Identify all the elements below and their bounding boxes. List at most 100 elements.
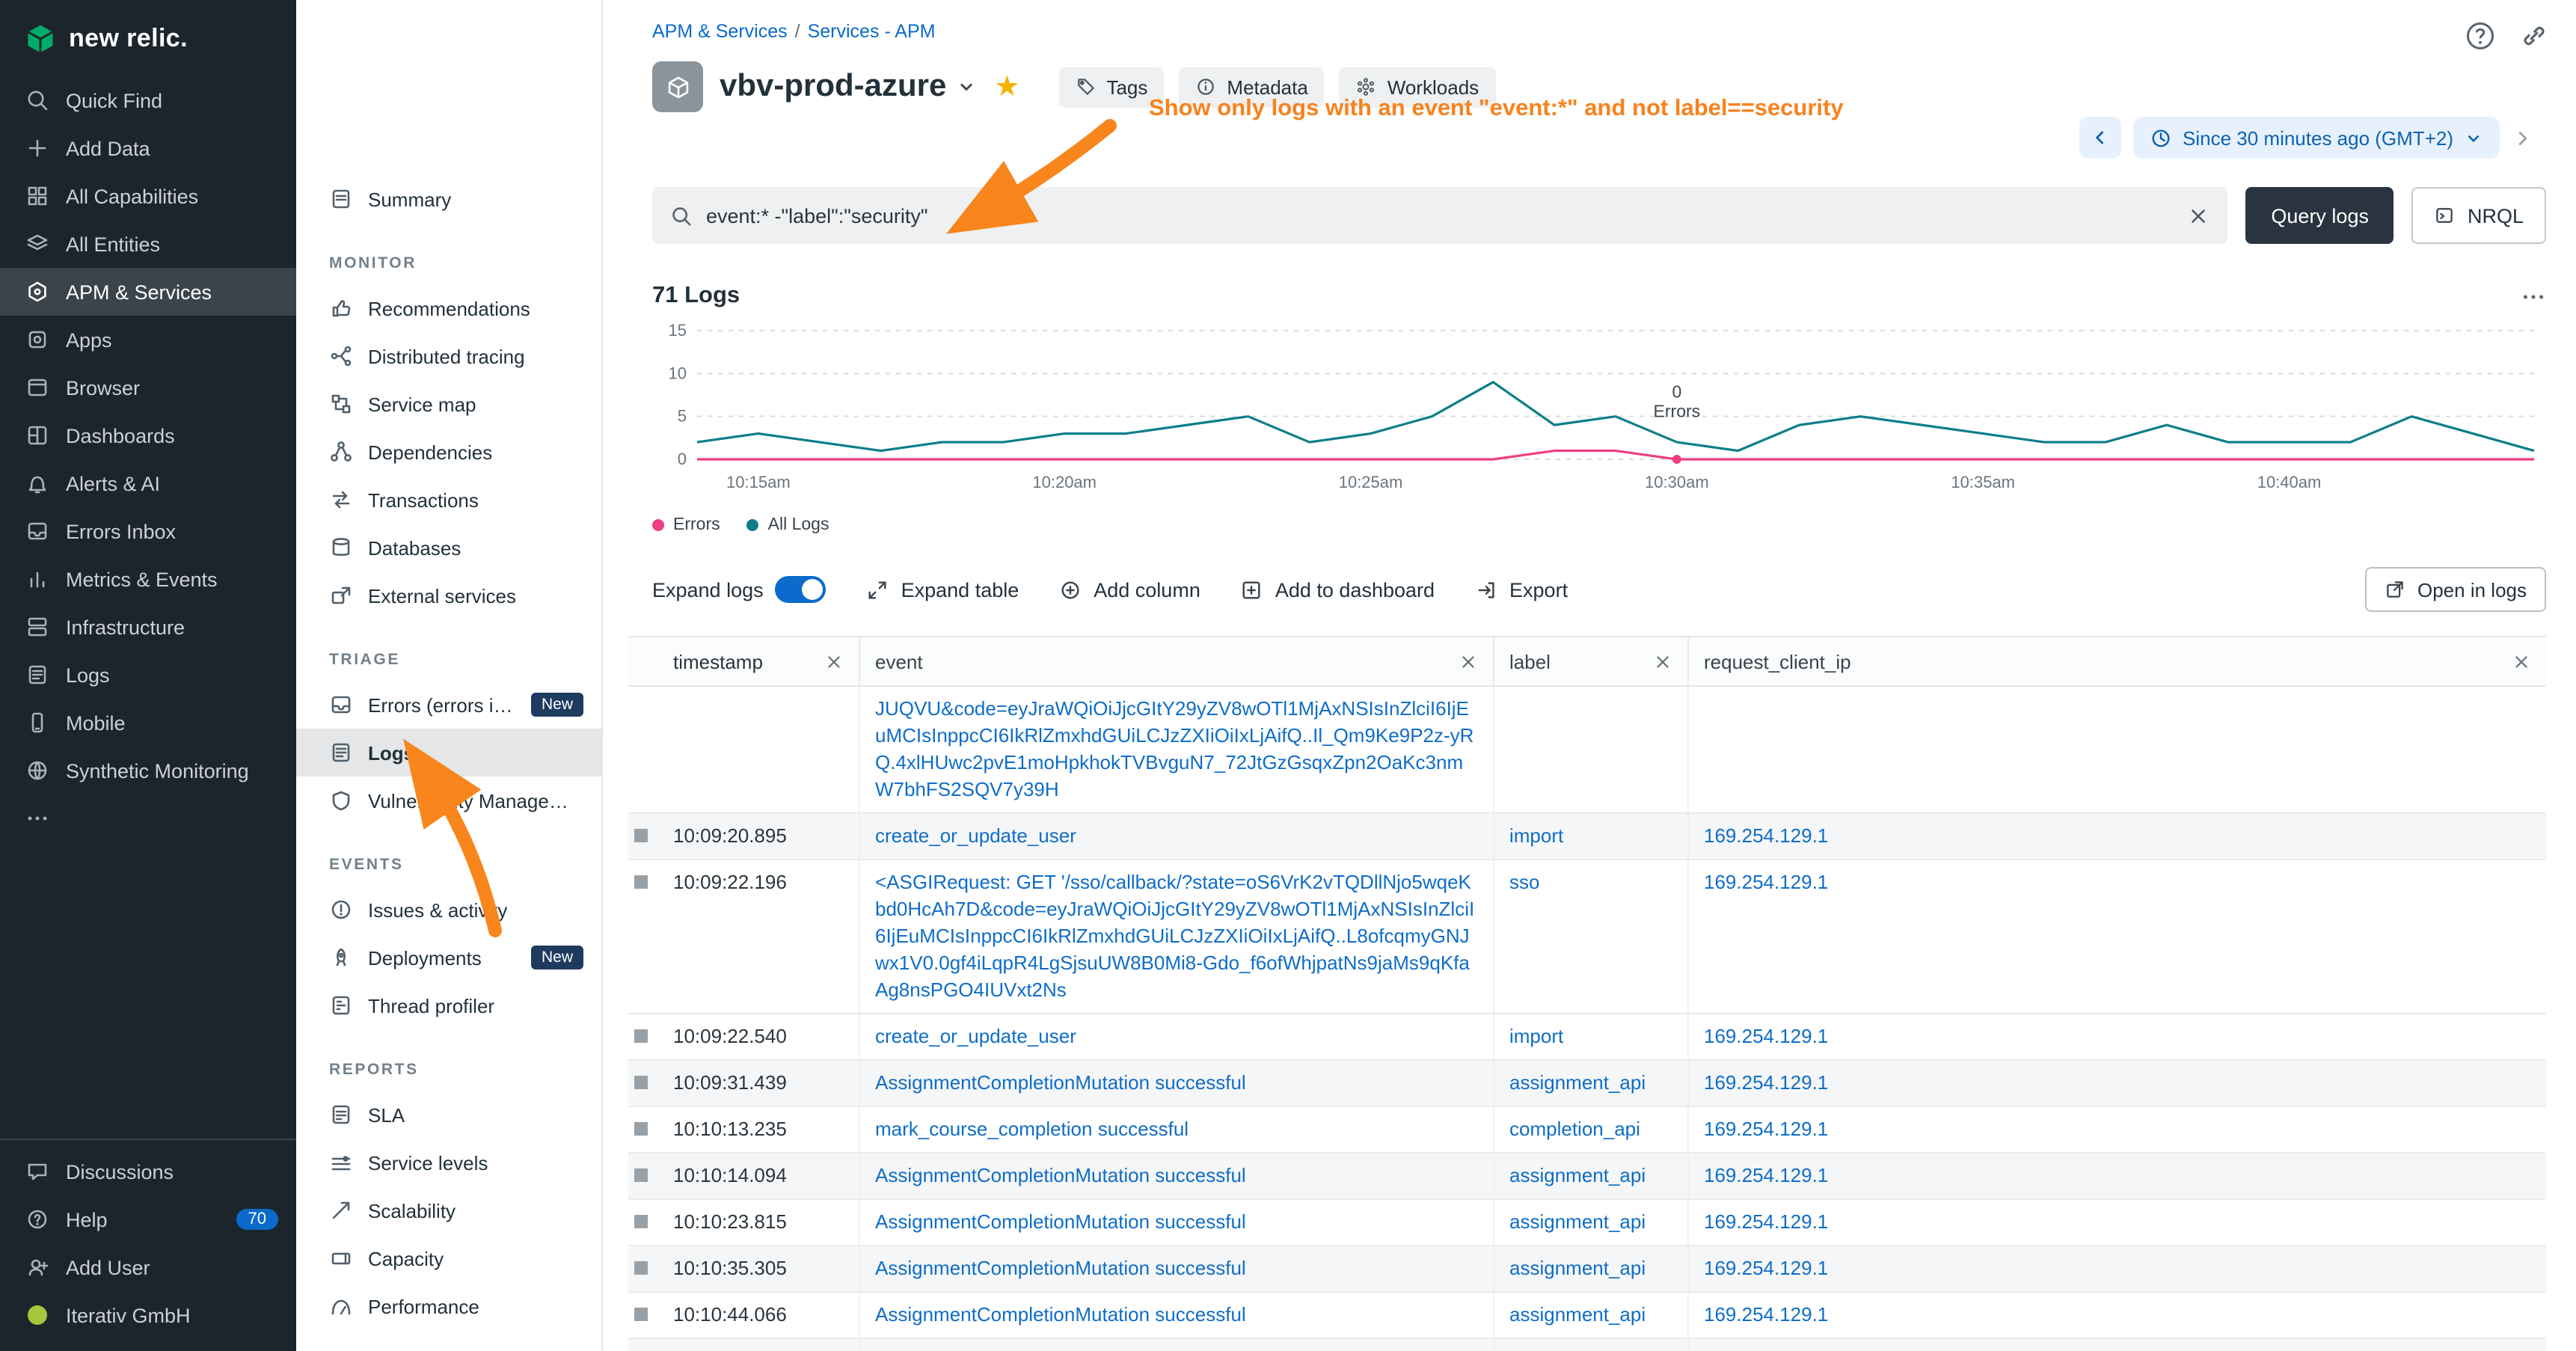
log-ip-link[interactable]: 169.254.129.1	[1704, 1210, 1828, 1233]
time-range-selector[interactable]: Since 30 minutes ago (GMT+2)	[2133, 117, 2500, 159]
entity-nav-item-service-levels[interactable]: Service levels	[296, 1139, 601, 1186]
log-table-row[interactable]: 10:10:14.094AssignmentCompletionMutation…	[628, 1154, 2546, 1200]
log-event-link[interactable]: <ASGIRequest: GET '/sso/callback/?state=…	[875, 871, 1474, 1001]
log-ip-link[interactable]: 169.254.129.1	[1704, 1118, 1828, 1140]
entity-nav-item-thread-profiler[interactable]: Thread profiler	[296, 981, 601, 1029]
global-nav-item-dots[interactable]	[0, 794, 296, 842]
log-table-row[interactable]: 10:09:22.540create_or_update_userimport1…	[628, 1014, 2546, 1061]
help-circle-icon[interactable]	[2462, 18, 2498, 54]
new-relic-logo[interactable]: new relic.	[0, 0, 296, 55]
logs-timeseries-chart[interactable]: 05101510:15am10:20am10:25am10:30am10:35a…	[652, 316, 2546, 498]
global-nav-footer-iterativ-gmbh[interactable]: Iterativ GmbH	[0, 1291, 296, 1339]
log-label-link[interactable]: assignment_api	[1509, 1164, 1646, 1186]
expand-logs-toggle[interactable]: Expand logs	[652, 576, 827, 603]
remove-event-column-icon[interactable]	[1459, 652, 1478, 671]
entity-nav-item-service-map[interactable]: Service map	[296, 380, 601, 428]
add-column-button[interactable]: Add column	[1059, 578, 1200, 601]
log-event-link[interactable]: AssignmentCompletionMutation successful	[875, 1303, 1246, 1326]
entity-nav-item-vulnerability-management[interactable]: Vulnerability Management	[296, 776, 601, 824]
time-forward-button[interactable]	[2512, 126, 2534, 149]
global-nav-item-synthetic-monitoring[interactable]: Synthetic Monitoring	[0, 747, 296, 794]
timestamp-column-header[interactable]: timestamp	[658, 637, 859, 685]
query-logs-button[interactable]: Query logs	[2245, 187, 2394, 244]
log-table-row[interactable]: 10:10:13.235mark_course_completion succe…	[628, 1107, 2546, 1154]
global-nav-footer-add-user[interactable]: Add User	[0, 1243, 296, 1291]
log-label-link[interactable]: assignment_api	[1509, 1257, 1646, 1279]
open-in-logs-button[interactable]: Open in logs	[2365, 567, 2546, 612]
clear-query-icon[interactable]	[2187, 204, 2209, 227]
entity-nav-item-performance[interactable]: Performance	[296, 1282, 601, 1330]
log-label-link[interactable]: assignment_api	[1509, 1303, 1646, 1326]
entity-nav-item-transactions[interactable]: Transactions	[296, 476, 601, 524]
remove-request-client-ip-column-icon[interactable]	[2512, 652, 2531, 671]
log-label-link[interactable]: completion_api	[1509, 1118, 1640, 1140]
global-nav-item-logs[interactable]: Logs	[0, 651, 296, 699]
entity-nav-item-summary[interactable]: Summary	[296, 175, 601, 223]
logs-search-input[interactable]: event:* -"label":"security"	[652, 187, 2227, 244]
log-label-link[interactable]: assignment_api	[1509, 1071, 1646, 1094]
entity-nav-item-errors-errors-inb[interactable]: Errors (errors inb...New	[296, 681, 601, 729]
export-button[interactable]: Export	[1475, 578, 1568, 601]
global-nav-item-apps[interactable]: Apps	[0, 316, 296, 364]
request-client-ip-column-header[interactable]: request_client_ip	[1687, 637, 2546, 685]
log-label-link[interactable]: import	[1509, 1025, 1563, 1047]
remove-label-column-icon[interactable]	[1653, 652, 1672, 671]
log-label-link[interactable]: import	[1509, 824, 1563, 847]
nrql-button[interactable]: NRQL	[2412, 187, 2546, 244]
log-label-link[interactable]: sso	[1509, 871, 1539, 893]
log-table-row[interactable]: 10:10:44.066AssignmentCompletionMutation…	[628, 1293, 2546, 1339]
remove-timestamp-column-icon[interactable]	[824, 652, 844, 671]
log-table-row[interactable]: JUQVU&code=eyJraWQiOiJjcGItY29yZV8wOTl1M…	[628, 687, 2546, 814]
entity-nav-item-databases[interactable]: Databases	[296, 524, 601, 572]
log-table-row[interactable]: 10:09:22.196<ASGIRequest: GET '/sso/call…	[628, 860, 2546, 1014]
log-event-link[interactable]: JUQVU&code=eyJraWQiOiJjcGItY29yZV8wOTl1M…	[875, 697, 1473, 800]
log-ip-link[interactable]: 169.254.129.1	[1704, 1164, 1828, 1186]
global-nav-footer-help[interactable]: Help70	[0, 1195, 296, 1243]
global-nav-item-mobile[interactable]: Mobile	[0, 699, 296, 747]
global-nav-item-add-data[interactable]: Add Data	[0, 124, 296, 172]
entity-nav-item-capacity[interactable]: Capacity	[296, 1234, 601, 1282]
log-event-link[interactable]: AssignmentCompletionMutation successful	[875, 1071, 1246, 1094]
global-nav-item-metrics-events[interactable]: Metrics & Events	[0, 555, 296, 603]
log-ip-link[interactable]: 169.254.129.1	[1704, 1025, 1828, 1047]
entity-nav-item-logs[interactable]: Logs	[296, 729, 601, 776]
breadcrumb-services-apm[interactable]: Services - APM	[808, 21, 936, 42]
global-nav-item-apm-services[interactable]: APM & Services	[0, 268, 296, 316]
log-table-row[interactable]: 10:10:23.815AssignmentCompletionMutation…	[628, 1200, 2546, 1246]
event-column-header[interactable]: event	[859, 637, 1493, 685]
log-ip-link[interactable]: 169.254.129.1	[1704, 1071, 1828, 1094]
entity-switcher-chevron-down-icon[interactable]	[955, 76, 976, 97]
permalink-icon[interactable]	[2516, 18, 2552, 54]
global-nav-item-alerts-ai[interactable]: Alerts & AI	[0, 459, 296, 507]
log-event-link[interactable]: create_or_update_user	[875, 824, 1076, 847]
entity-nav-item-issues-activity[interactable]: Issues & activity	[296, 886, 601, 934]
log-label-link[interactable]: assignment_api	[1509, 1210, 1646, 1233]
log-ip-link[interactable]: 169.254.129.1	[1704, 1303, 1828, 1326]
log-table-row[interactable]: 10:10:35.305AssignmentCompletionMutation…	[628, 1246, 2546, 1293]
more-options-icon[interactable]	[2521, 284, 2546, 309]
entity-nav-item-recommendations[interactable]: Recommendations	[296, 284, 601, 332]
global-nav-footer-discussions[interactable]: Discussions	[0, 1148, 296, 1195]
log-ip-link[interactable]: 169.254.129.1	[1704, 871, 1828, 893]
log-table-row[interactable]: 10:09:20.895create_or_update_userimport1…	[628, 814, 2546, 860]
log-event-link[interactable]: create_or_update_user	[875, 1025, 1076, 1047]
label-column-header[interactable]: label	[1493, 637, 1687, 685]
legend-item-all-logs[interactable]: All Logs	[747, 516, 829, 534]
global-nav-item-errors-inbox[interactable]: Errors Inbox	[0, 507, 296, 555]
log-event-link[interactable]: AssignmentCompletionMutation successful	[875, 1164, 1246, 1186]
favorite-star-icon[interactable]: ★	[994, 73, 1019, 101]
log-event-link[interactable]: mark_course_completion successful	[875, 1118, 1189, 1140]
entity-nav-item-dependencies[interactable]: Dependencies	[296, 428, 601, 476]
time-back-button[interactable]	[2079, 117, 2121, 159]
add-to-dashboard-button[interactable]: Add to dashboard	[1241, 578, 1435, 601]
log-ip-link[interactable]: 169.254.129.1	[1704, 1257, 1828, 1279]
expand-table-button[interactable]: Expand table	[867, 578, 1019, 601]
log-table-row[interactable]: 10:10:49.051mark_course_completion succe…	[628, 1339, 2546, 1351]
global-nav-item-all-capabilities[interactable]: All Capabilities	[0, 172, 296, 220]
global-nav-item-dashboards[interactable]: Dashboards	[0, 411, 296, 459]
log-event-link[interactable]: AssignmentCompletionMutation successful	[875, 1210, 1246, 1233]
global-nav-item-quick-find[interactable]: Quick Find	[0, 76, 296, 124]
log-ip-link[interactable]: 169.254.129.1	[1704, 824, 1828, 847]
legend-item-errors[interactable]: Errors	[652, 516, 720, 534]
global-nav-item-all-entities[interactable]: All Entities	[0, 220, 296, 268]
